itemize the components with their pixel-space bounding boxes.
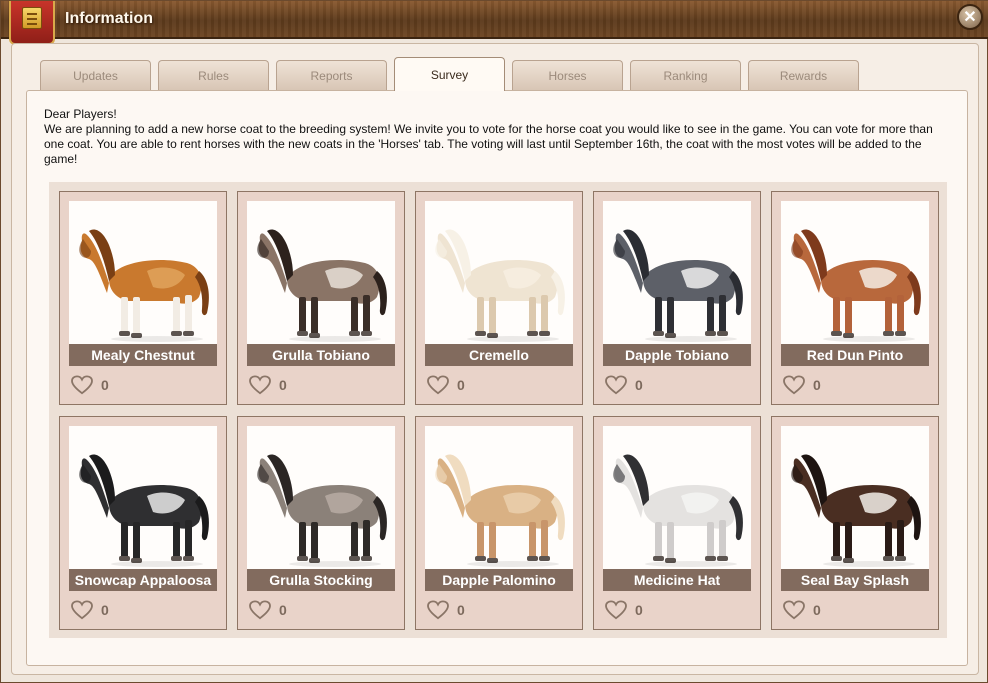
coat-image (247, 201, 395, 346)
vote-count: 0 (457, 602, 465, 618)
coat-image (69, 426, 217, 571)
horse-figure (613, 454, 743, 567)
coat-card: Dapple Tobiano 0 (593, 191, 761, 405)
heart-icon (427, 600, 449, 620)
heart-icon (71, 375, 93, 395)
vote-count: 0 (101, 602, 109, 618)
vote-count: 0 (101, 377, 109, 393)
close-button[interactable]: ✕ (957, 4, 983, 30)
tab-horses[interactable]: Horses (512, 60, 623, 90)
vote-count: 0 (279, 602, 287, 618)
horse-figure (435, 229, 565, 342)
coat-image (603, 426, 751, 571)
heart-icon (71, 600, 93, 620)
coat-card: Grulla Stocking 0 (237, 416, 405, 630)
heart-icon (783, 600, 805, 620)
heart-icon (783, 375, 805, 395)
coat-card: Snowcap Appaloosa 0 (59, 416, 227, 630)
heart-icon (249, 600, 271, 620)
intro-greeting: Dear Players! (44, 107, 117, 121)
tab-rewards[interactable]: Rewards (748, 60, 859, 90)
vote-button[interactable]: 0 (249, 374, 287, 396)
vote-button[interactable]: 0 (427, 374, 465, 396)
coat-name: Red Dun Pinto (781, 344, 929, 366)
vote-button[interactable]: 0 (71, 374, 109, 396)
horse-figure (435, 454, 565, 567)
heart-icon (427, 375, 449, 395)
coat-image (69, 201, 217, 346)
coat-card: Mealy Chestnut 0 (59, 191, 227, 405)
horse-figure (613, 229, 743, 342)
vote-button[interactable]: 0 (427, 599, 465, 621)
window-title: Information (65, 10, 153, 27)
vote-button[interactable]: 0 (605, 599, 643, 621)
heart-icon (249, 375, 271, 395)
coat-image (603, 201, 751, 346)
vote-count: 0 (457, 377, 465, 393)
coat-name: Dapple Tobiano (603, 344, 751, 366)
vote-count: 0 (813, 377, 821, 393)
survey-intro: Dear Players! We are planning to add a n… (44, 107, 956, 167)
vote-button[interactable]: 0 (249, 599, 287, 621)
coat-card: Grulla Tobiano 0 (237, 191, 405, 405)
coat-name: Snowcap Appaloosa (69, 569, 217, 591)
tab-reports[interactable]: Reports (276, 60, 387, 90)
vote-count: 0 (635, 602, 643, 618)
tab-survey[interactable]: Survey (394, 57, 505, 91)
coat-card: Dapple Palomino 0 (415, 416, 583, 630)
horse-figure (257, 454, 387, 567)
tab-rules[interactable]: Rules (158, 60, 269, 90)
coat-name: Mealy Chestnut (69, 344, 217, 366)
survey-panel: Dear Players! We are planning to add a n… (26, 90, 968, 666)
coat-name: Dapple Palomino (425, 569, 573, 591)
coat-image (781, 426, 929, 571)
coat-name: Medicine Hat (603, 569, 751, 591)
heart-icon (605, 375, 627, 395)
coat-card: Cremello 0 (415, 191, 583, 405)
window-banner (9, 1, 55, 45)
vote-count: 0 (635, 377, 643, 393)
intro-body: We are planning to add a new horse coat … (44, 122, 933, 166)
coat-image (425, 426, 573, 571)
coat-card: Medicine Hat 0 (593, 416, 761, 630)
coat-name: Grulla Tobiano (247, 344, 395, 366)
horse-figure (79, 229, 209, 342)
heart-icon (605, 600, 627, 620)
coat-image (247, 426, 395, 571)
coat-grid: Mealy Chestnut 0 Grulla Tobiano 0 Cremel… (49, 182, 947, 638)
coat-image (781, 201, 929, 346)
tab-ranking[interactable]: Ranking (630, 60, 741, 90)
scroll-icon (22, 7, 42, 29)
coat-name: Seal Bay Splash (781, 569, 929, 591)
information-window: Information ✕ Updates Rules Reports Survey H… (0, 0, 988, 683)
tab-updates[interactable]: Updates (40, 60, 151, 90)
vote-button[interactable]: 0 (605, 374, 643, 396)
coat-name: Cremello (425, 344, 573, 366)
vote-count: 0 (813, 602, 821, 618)
window-frame: Updates Rules Reports Survey Horses Ranking Re… (11, 43, 979, 675)
horse-figure (791, 229, 921, 342)
coat-card: Red Dun Pinto 0 (771, 191, 939, 405)
vote-button[interactable]: 0 (783, 374, 821, 396)
coat-image (425, 201, 573, 346)
horse-figure (791, 454, 921, 567)
vote-button[interactable]: 0 (71, 599, 109, 621)
window-titlebar[interactable]: Information (1, 1, 988, 39)
coat-name: Grulla Stocking (247, 569, 395, 591)
vote-button[interactable]: 0 (783, 599, 821, 621)
coat-card: Seal Bay Splash 0 (771, 416, 939, 630)
vote-count: 0 (279, 377, 287, 393)
horse-figure (79, 454, 209, 567)
horse-figure (257, 229, 387, 342)
